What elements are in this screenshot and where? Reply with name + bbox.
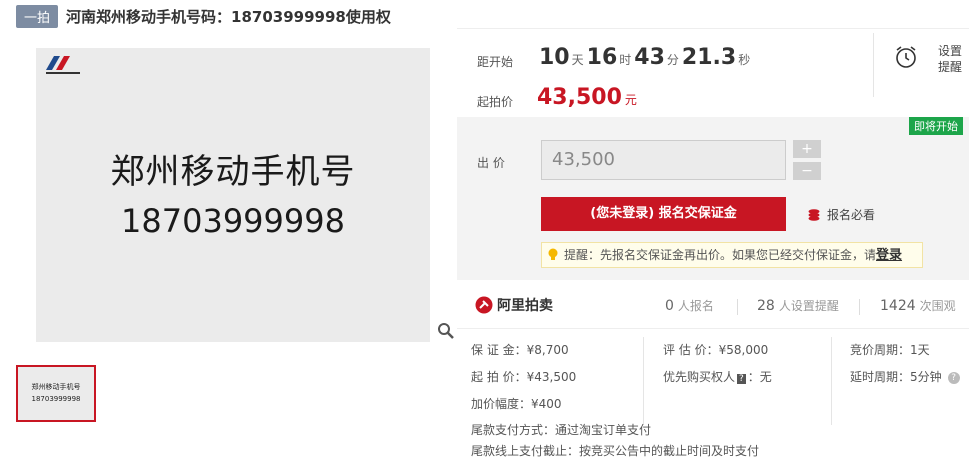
- priority-buyer: 优先购买权人? ：无: [663, 368, 772, 385]
- countdown-seconds-unit: 秒: [738, 53, 751, 67]
- title-bar: 一拍 河南郑州移动手机号码：18703999998使用权: [16, 4, 391, 28]
- priority-buyer-label: 优先购买权人: [663, 370, 736, 384]
- increase-bid-button[interactable]: +: [793, 140, 821, 158]
- views-count: 1424 次围观: [880, 297, 956, 314]
- bid-area: 即将开始 出 价 43,500 + − (您未登录) 报名交保证金 报名必看 提…: [457, 117, 969, 280]
- page-title: 河南郑州移动手机号码：18703999998使用权: [66, 7, 391, 26]
- coins-icon: [808, 208, 820, 221]
- start-price-unit: 元: [624, 93, 637, 107]
- set-reminder-label: 设置 提醒: [938, 43, 962, 75]
- details-divider: [831, 337, 832, 425]
- countdown-days: 10: [539, 45, 570, 70]
- must-read-label: 报名必看: [827, 208, 876, 222]
- countdown-hours: 16: [586, 45, 618, 70]
- decrease-bid-button[interactable]: −: [793, 162, 821, 180]
- start-price: 43,500 元: [537, 85, 637, 110]
- start-price-label: 起拍价: [477, 95, 514, 109]
- set-reminder-label-1: 设置: [938, 44, 963, 58]
- reminders-number: 28: [757, 298, 775, 314]
- auction-details: 保 证 金：¥8,700 评 估 价：¥58,000 竞价周期：1天 起 拍 价…: [457, 328, 969, 476]
- payment-deadline: 尾款线上支付截止：按竞买公告中的截止时间及时支付: [471, 444, 760, 458]
- payment-method: 尾款支付方式：通过淘宝订单支付: [471, 423, 652, 437]
- priority-buyer-value: ：无: [747, 370, 772, 384]
- brand-name: 阿里拍卖: [497, 298, 553, 314]
- registrations-count: 0 人报名: [665, 297, 714, 314]
- login-tip: 提醒：先报名交保证金再出价。如果您已经交付保证金，请登录: [541, 242, 923, 268]
- bid-label: 出 价: [477, 156, 505, 170]
- priority-info-badge[interactable]: ?: [737, 374, 746, 384]
- help-icon[interactable]: ?: [947, 371, 960, 384]
- countdown-hours-unit: 时: [619, 53, 632, 67]
- bid-increment: 加价幅度：¥400: [471, 397, 562, 411]
- main-image[interactable]: 郑州移动手机号 18703999998: [36, 48, 430, 342]
- views-label: 次围观: [919, 299, 956, 313]
- reminders-label: 人设置提醒: [778, 299, 839, 313]
- set-reminder-label-2: 提醒: [938, 60, 963, 74]
- countdown-minutes: 43: [634, 45, 665, 70]
- lightbulb-icon: [548, 248, 558, 260]
- auction-hammer-icon: [475, 296, 493, 314]
- stat-divider: [859, 299, 860, 315]
- stat-divider: [737, 299, 738, 315]
- auction-round-tag: 一拍: [16, 4, 59, 28]
- set-reminder-button[interactable]: 设置 提醒: [873, 33, 969, 97]
- thumbnail-image[interactable]: 郑州移动手机号 18703999998: [16, 365, 96, 422]
- details-divider: [643, 337, 644, 425]
- alibaba-auction-logo: 阿里拍卖: [475, 295, 553, 315]
- registrations-label: 人报名: [677, 299, 714, 313]
- countdown-seconds: 21.3: [681, 45, 737, 70]
- countdown-label: 距开始: [477, 55, 514, 69]
- views-number: 1424: [880, 298, 916, 314]
- brand-logo-icon: [46, 56, 80, 74]
- tip-text: 提醒：先报名交保证金再出价。如果您已经交付保证金，请: [564, 248, 877, 262]
- status-badge: 即将开始: [909, 117, 963, 135]
- auction-info: 距开始 10 天 16 时 43 分 21.3 秒 起拍价 43,500 元 设…: [457, 28, 969, 116]
- alarm-clock-icon: [896, 46, 916, 68]
- image-text-line2: 18703999998: [121, 202, 345, 240]
- bid-price-input[interactable]: 43,500: [541, 140, 786, 180]
- delay-cycle-text: 延时周期：5分钟: [850, 370, 942, 384]
- bidding-cycle: 竞价周期：1天: [850, 343, 930, 357]
- thumb-text-line1: 郑州移动手机号: [31, 383, 81, 391]
- zoom-icon[interactable]: [437, 322, 455, 340]
- auction-panel: 距开始 10 天 16 时 43 分 21.3 秒 起拍价 43,500 元 设…: [457, 28, 969, 476]
- start-price-detail: 起 拍 价：¥43,500: [471, 370, 577, 384]
- stats-bar: 阿里拍卖 0 人报名 28 人设置提醒 1424 次围观: [457, 289, 969, 323]
- delay-cycle: 延时周期：5分钟?: [850, 368, 960, 385]
- countdown: 10 天 16 时 43 分 21.3 秒: [539, 45, 753, 70]
- countdown-minutes-unit: 分: [666, 53, 679, 67]
- registrations-number: 0: [665, 298, 674, 314]
- login-link[interactable]: 登录: [876, 248, 902, 263]
- must-read-link[interactable]: 报名必看: [807, 206, 875, 223]
- countdown-days-unit: 天: [571, 53, 584, 67]
- thumb-text-line2: 18703999998: [31, 395, 81, 403]
- start-price-value: 43,500: [537, 85, 622, 110]
- estimate: 评 估 价：¥58,000: [663, 343, 769, 357]
- image-text-line1: 郑州移动手机号: [110, 152, 356, 192]
- deposit: 保 证 金：¥8,700: [471, 343, 569, 357]
- register-deposit-button[interactable]: (您未登录) 报名交保证金: [541, 197, 786, 231]
- reminders-count: 28 人设置提醒: [757, 297, 839, 314]
